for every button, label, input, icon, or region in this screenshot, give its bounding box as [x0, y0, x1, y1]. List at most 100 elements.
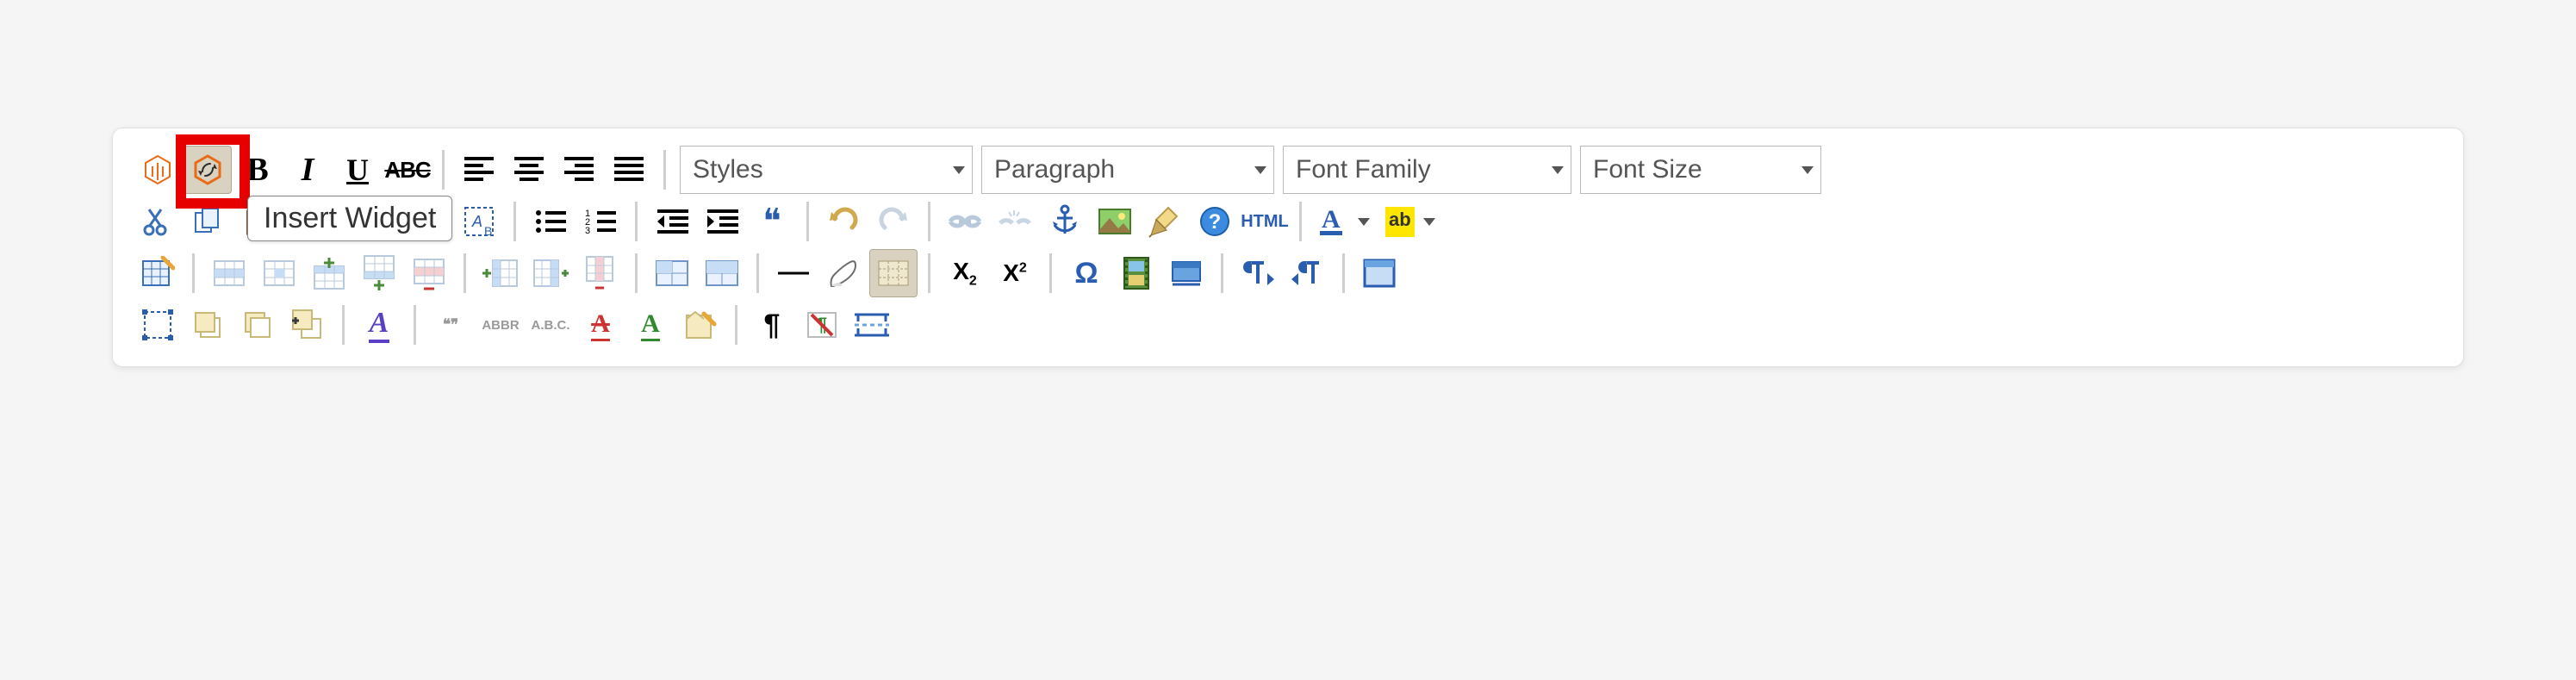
strikethrough-button[interactable]: ABC	[383, 146, 432, 194]
insert-widget-button[interactable]	[184, 146, 232, 194]
insert-col-after-button[interactable]	[526, 249, 575, 297]
align-left-button[interactable]	[455, 146, 503, 194]
svg-text:B: B	[484, 224, 492, 238]
rtl-button[interactable]	[1284, 249, 1332, 297]
font-size-select[interactable]: Font Size	[1580, 146, 1821, 194]
merge-cells-button[interactable]	[698, 249, 746, 297]
select-all-button[interactable]: AB	[455, 197, 503, 246]
svg-text:3: 3	[585, 226, 590, 236]
chevron-down-icon	[1552, 166, 1564, 174]
layer-absolute-button[interactable]	[283, 301, 332, 349]
superscript-button[interactable]: X2	[991, 249, 1039, 297]
separator	[806, 202, 809, 241]
remove-format-button[interactable]	[819, 249, 868, 297]
separator	[663, 150, 666, 190]
table-cell-props-button[interactable]	[255, 249, 303, 297]
align-center-button[interactable]	[505, 146, 553, 194]
ltr-button[interactable]	[1234, 249, 1282, 297]
magento-icon[interactable]	[134, 146, 182, 194]
separator	[192, 253, 195, 293]
abbr-button[interactable]: ABBR	[476, 301, 525, 349]
bold-button[interactable]: B	[233, 146, 282, 194]
underline-button[interactable]: U	[333, 146, 382, 194]
help-button[interactable]: ?	[1191, 197, 1239, 246]
subscript-button[interactable]: X2	[941, 249, 989, 297]
cite-button[interactable]: ❝❞	[426, 301, 475, 349]
separator	[635, 202, 638, 241]
table-row-props-button[interactable]	[205, 249, 253, 297]
insert-layer-button[interactable]	[1162, 249, 1210, 297]
acronym-button[interactable]: A.B.C.	[526, 301, 575, 349]
chevron-down-icon	[1254, 166, 1266, 174]
fullscreen-button[interactable]	[1355, 249, 1403, 297]
del-button[interactable]: A	[576, 301, 625, 349]
outdent-button[interactable]	[648, 197, 696, 246]
insert-col-before-button[interactable]	[476, 249, 525, 297]
font-family-label: Font Family	[1296, 155, 1546, 184]
edit-html-button[interactable]: HTML	[1241, 197, 1289, 246]
align-justify-button[interactable]	[605, 146, 653, 194]
delete-col-button[interactable]	[576, 249, 625, 297]
styles-select[interactable]: Styles	[680, 146, 973, 194]
numbered-list-button[interactable]: 123	[576, 197, 625, 246]
underline-glyph: U	[346, 152, 369, 188]
show-invisibles-button[interactable]	[869, 249, 918, 297]
redo-button[interactable]	[869, 197, 918, 246]
attributes-button[interactable]	[676, 301, 725, 349]
separator	[1221, 253, 1223, 293]
italic-button[interactable]: I	[283, 146, 332, 194]
paragraph-select[interactable]: Paragraph	[981, 146, 1274, 194]
cleanup-button[interactable]	[1141, 197, 1189, 246]
page-break-button[interactable]	[848, 301, 896, 349]
chevron-down-icon	[1358, 218, 1370, 226]
insert-media-button[interactable]	[1112, 249, 1160, 297]
blockquote-button[interactable]: ❝	[748, 197, 796, 246]
ins-button[interactable]: A	[626, 301, 675, 349]
style-props-button[interactable]: A	[355, 301, 403, 349]
link-button[interactable]	[941, 197, 989, 246]
chevron-down-icon	[1423, 218, 1435, 226]
sub-2: 2	[969, 273, 977, 288]
sup-x: X	[1003, 259, 1019, 286]
rich-text-toolbar: B I U ABC Styles Paragraph	[112, 128, 2464, 367]
paragraph-label: Paragraph	[994, 155, 1249, 184]
indent-button[interactable]	[698, 197, 746, 246]
insert-row-after-button[interactable]	[355, 249, 403, 297]
insert-row-before-button[interactable]	[305, 249, 353, 297]
insert-image-button[interactable]	[1091, 197, 1139, 246]
insert-widget-tooltip: Insert Widget	[247, 196, 452, 241]
layer-forward-button[interactable]	[184, 301, 232, 349]
layer-new-button[interactable]	[134, 301, 182, 349]
italic-glyph: I	[302, 151, 314, 189]
anchor-button[interactable]	[1041, 197, 1089, 246]
separator	[442, 150, 445, 190]
acronym-glyph: A.B.C.	[532, 318, 570, 333]
cut-button[interactable]	[134, 197, 182, 246]
layer-backward-button[interactable]	[233, 301, 282, 349]
visual-chars-button[interactable]: ¶	[748, 301, 796, 349]
unlink-button[interactable]	[991, 197, 1039, 246]
undo-button[interactable]	[819, 197, 868, 246]
copy-button[interactable]	[184, 197, 232, 246]
backcolor-button[interactable]: ab	[1378, 197, 1441, 246]
nbsp-button[interactable]: ¶	[798, 301, 846, 349]
bulleted-list-button[interactable]	[526, 197, 575, 246]
font-family-select[interactable]: Font Family	[1283, 146, 1571, 194]
ins-glyph: A	[641, 309, 660, 341]
align-right-button[interactable]	[555, 146, 603, 194]
toolbar-row-3: X2 X2 Ω	[134, 249, 2442, 297]
bold-glyph: B	[246, 151, 268, 189]
horizontal-rule-button[interactable]	[769, 249, 818, 297]
forecolor-button[interactable]: A	[1312, 197, 1376, 246]
separator	[635, 253, 638, 293]
split-cells-button[interactable]	[648, 249, 696, 297]
separator	[1342, 253, 1345, 293]
delete-row-button[interactable]	[405, 249, 453, 297]
toolbar-row-4: A ❝❞ ABBR A.B.C. A A ¶ ¶	[134, 301, 2442, 349]
special-char-button[interactable]: Ω	[1062, 249, 1111, 297]
toolbar-row-2: T W AB 123 ❝	[134, 197, 2442, 246]
backcolor-glyph: ab	[1385, 207, 1415, 237]
abbr-glyph: ABBR	[482, 318, 519, 333]
insert-table-button[interactable]	[134, 249, 182, 297]
strike-glyph: ABC	[384, 157, 430, 184]
